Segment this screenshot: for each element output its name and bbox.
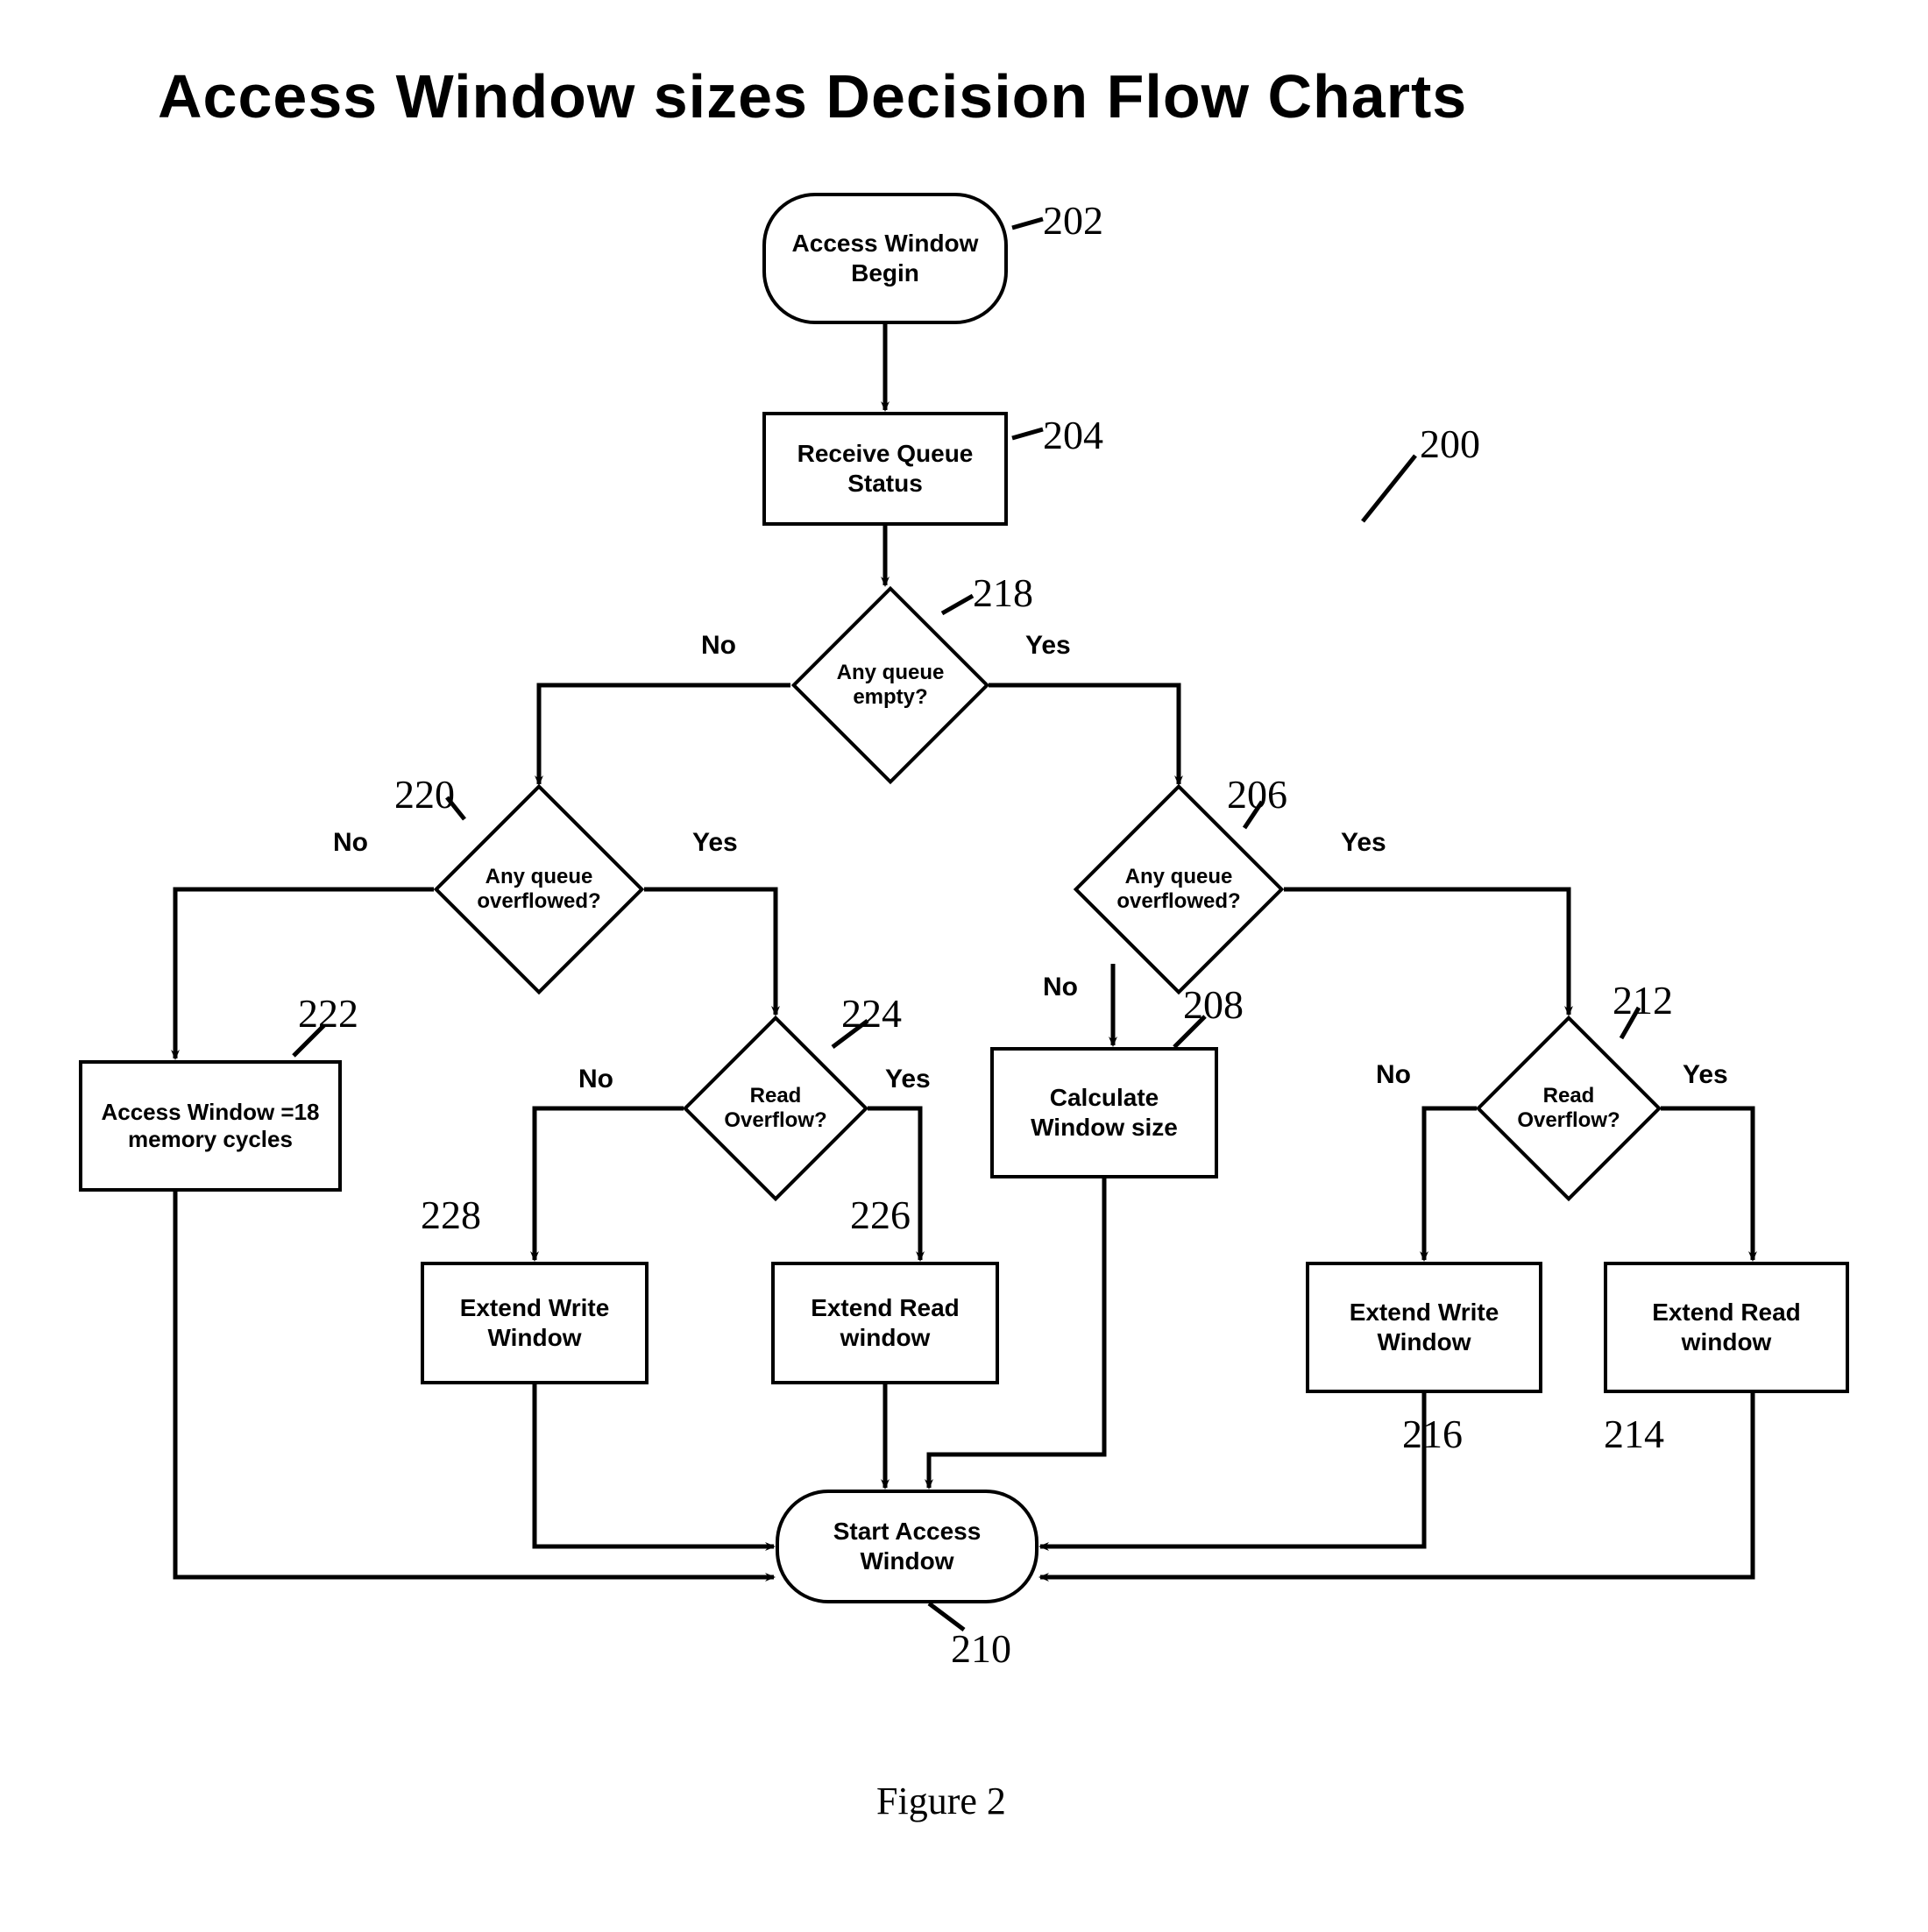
ref-220: 220 <box>394 771 455 817</box>
ref-216: 216 <box>1402 1411 1463 1457</box>
edge-label-212-yes: Yes <box>1683 1060 1728 1090</box>
node-text: Extend Read window <box>782 1293 989 1352</box>
figure-caption: Figure 2 <box>876 1779 1006 1823</box>
node-any-queue-overflowed-left: Any queue overflowed? <box>434 784 644 994</box>
chart-title: Access Window sizes Decision Flow Charts <box>158 61 1467 131</box>
node-access-window-begin: Access Window Begin <box>762 193 1008 324</box>
ref-226: 226 <box>850 1192 911 1238</box>
node-extend-read-window-right: Extend Read window <box>1604 1262 1849 1393</box>
node-text: Read Overflow? <box>1510 1084 1627 1132</box>
ref-224: 224 <box>841 990 902 1037</box>
edge-label-212-no: No <box>1376 1060 1411 1090</box>
node-receive-queue-status: Receive Queue Status <box>762 412 1008 526</box>
node-text: Access Window =18 memory cycles <box>89 1099 331 1153</box>
node-extend-write-window-right: Extend Write Window <box>1306 1262 1542 1393</box>
node-text: Calculate Window size <box>1001 1083 1208 1142</box>
ref-206: 206 <box>1227 771 1287 817</box>
edge-label-220-yes: Yes <box>692 828 738 858</box>
node-text: Start Access Window <box>788 1517 1026 1575</box>
node-text: Any queue overflowed? <box>471 865 606 913</box>
edge-label-218-no: No <box>701 631 736 661</box>
ref-208: 208 <box>1183 981 1244 1028</box>
node-access-window-18: Access Window =18 memory cycles <box>79 1060 342 1192</box>
node-text: Any queue empty? <box>827 661 953 709</box>
node-text: Read Overflow? <box>717 1084 834 1132</box>
edge-label-220-no: No <box>333 828 368 858</box>
node-calculate-window-size: Calculate Window size <box>990 1047 1218 1178</box>
node-text: Extend Write Window <box>431 1293 638 1352</box>
flowchart-canvas: Access Window sizes Decision Flow Charts… <box>0 0 1928 1932</box>
edge-label-224-yes: Yes <box>885 1065 931 1094</box>
ref-202: 202 <box>1043 197 1103 244</box>
ref-212: 212 <box>1613 977 1673 1023</box>
node-text: Extend Read window <box>1614 1298 1839 1356</box>
node-text: Receive Queue Status <box>773 439 997 498</box>
ref-200: 200 <box>1420 421 1480 467</box>
edge-label-206-yes: Yes <box>1341 828 1386 858</box>
ref-218: 218 <box>973 570 1033 616</box>
node-extend-read-window-left: Extend Read window <box>771 1262 999 1384</box>
ref-214: 214 <box>1604 1411 1664 1457</box>
node-text: Extend Write Window <box>1316 1298 1532 1356</box>
node-read-overflow-left: Read Overflow? <box>683 1016 868 1201</box>
ref-210: 210 <box>951 1625 1011 1672</box>
node-text: Access Window Begin <box>775 229 996 287</box>
node-extend-write-window-left: Extend Write Window <box>421 1262 649 1384</box>
ref-204: 204 <box>1043 412 1103 458</box>
node-read-overflow-right: Read Overflow? <box>1476 1016 1662 1201</box>
ref-222: 222 <box>298 990 358 1037</box>
node-any-queue-empty: Any queue empty? <box>791 586 989 784</box>
edge-label-224-no: No <box>578 1065 613 1094</box>
node-text: Any queue overflowed? <box>1111 865 1246 913</box>
edge-label-218-yes: Yes <box>1025 631 1071 661</box>
node-start-access-window: Start Access Window <box>776 1490 1038 1603</box>
edge-label-206-no: No <box>1043 973 1078 1002</box>
ref-228: 228 <box>421 1192 481 1238</box>
